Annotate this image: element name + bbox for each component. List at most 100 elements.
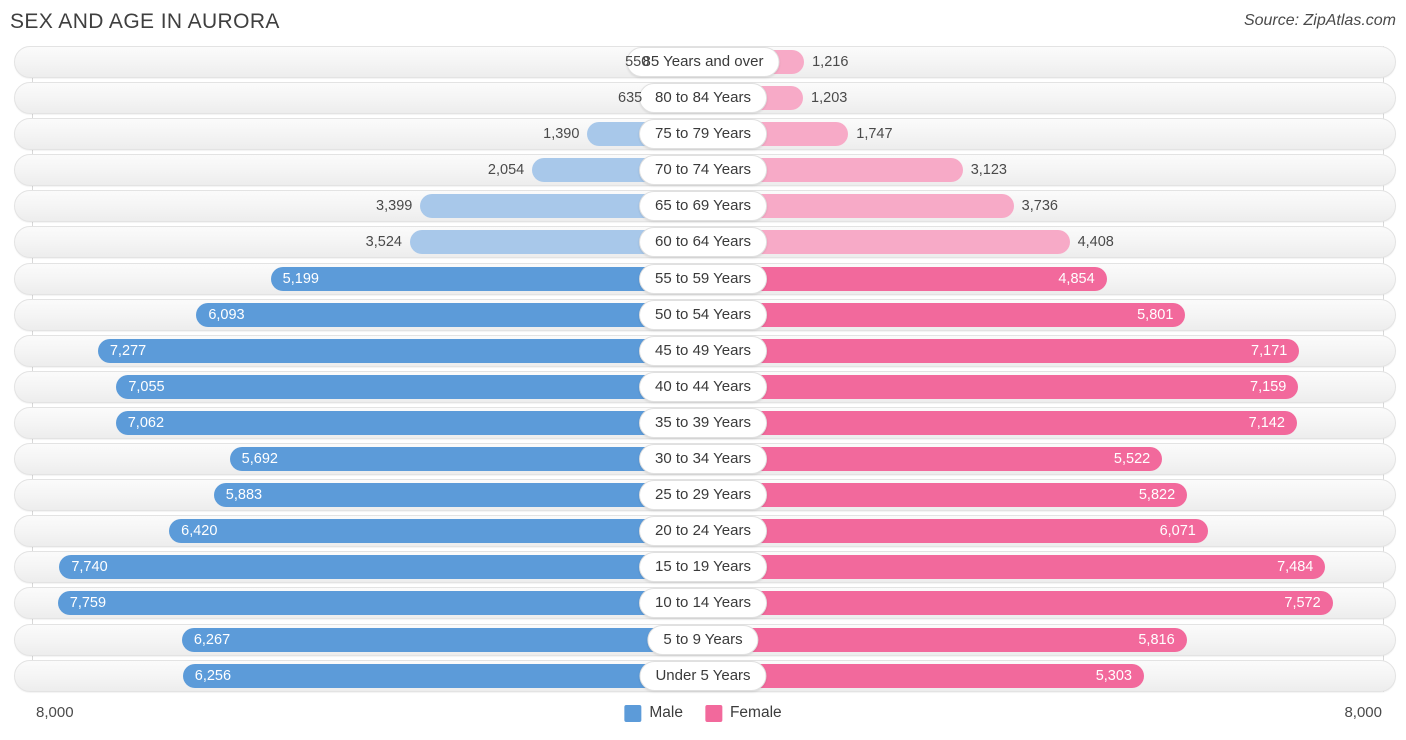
- value-label-female: 7,142: [1248, 414, 1285, 431]
- value-label-female: 4,854: [1058, 270, 1095, 287]
- bar-female[interactable]: [703, 627, 1187, 652]
- chart-row: 3,399 3,736 65 to 69 Years: [10, 190, 1396, 223]
- axis-max-right: 8,000: [1344, 704, 1382, 721]
- age-group-label: 75 to 79 Years: [639, 119, 767, 150]
- chart-row: 635 1,203 80 to 84 Years: [10, 82, 1396, 115]
- bar-female[interactable]: [703, 663, 1144, 688]
- bar-female[interactable]: [703, 519, 1208, 544]
- legend-label-female: Female: [729, 704, 782, 721]
- bar-female[interactable]: [703, 302, 1186, 327]
- chart-row: 7,062 7,142 35 to 39 Years: [10, 406, 1396, 439]
- value-label-female: 4,408: [1077, 234, 1114, 251]
- age-group-label: 80 to 84 Years: [639, 83, 767, 114]
- legend-item-male[interactable]: Male: [624, 704, 683, 722]
- value-label-male: 2,054: [487, 162, 525, 179]
- chart-row: 3,524 4,408 60 to 64 Years: [10, 226, 1396, 259]
- bar-female[interactable]: [703, 483, 1188, 508]
- value-label-female: 1,203: [811, 90, 848, 107]
- chart-header: SEX AND AGE IN AURORA Source: ZipAtlas.c…: [0, 0, 1406, 46]
- value-label-female: 7,171: [1251, 342, 1288, 359]
- bar-female[interactable]: [703, 447, 1163, 472]
- value-label-male: 6,093: [208, 306, 245, 323]
- age-group-label: 35 to 39 Years: [639, 407, 767, 438]
- age-group-label: 40 to 44 Years: [639, 371, 767, 402]
- age-group-label: 70 to 74 Years: [639, 155, 767, 186]
- source-attribution: Source: ZipAtlas.com: [1243, 12, 1396, 29]
- age-group-label: 85 Years and over: [626, 47, 780, 77]
- value-label-male: 1,390: [543, 126, 580, 143]
- bar-male[interactable]: [181, 627, 703, 652]
- value-label-female: 5,801: [1137, 306, 1174, 323]
- chart-footer: 8,000 Male Female 8,000: [10, 696, 1396, 736]
- age-group-label: 5 to 9 Years: [647, 624, 759, 655]
- value-label-male: 7,062: [127, 414, 165, 431]
- legend-label-male: Male: [649, 704, 683, 721]
- chart-plot-area: 550 1,216 85 Years and over 635 1,203 80 to 8…: [10, 46, 1396, 696]
- bar-male[interactable]: [115, 410, 703, 435]
- value-label-female: 1,216: [812, 54, 849, 70]
- chart-row: 2,054 3,123 70 to 74 Years: [10, 154, 1396, 187]
- bar-male[interactable]: [169, 519, 703, 544]
- bar-male[interactable]: [182, 663, 703, 688]
- value-label-female: 6,071: [1159, 523, 1196, 540]
- axis-max-left: 8,000: [36, 704, 74, 721]
- value-label-male: 6,420: [181, 523, 218, 540]
- bar-male[interactable]: [196, 302, 703, 327]
- bar-male[interactable]: [116, 374, 703, 399]
- bar-male[interactable]: [97, 338, 703, 363]
- page-title: SEX AND AGE IN AURORA: [10, 10, 280, 33]
- value-label-female: 1,747: [856, 126, 893, 143]
- bar-female[interactable]: [703, 338, 1300, 363]
- value-label-female: 3,123: [970, 162, 1007, 179]
- bar-male[interactable]: [213, 483, 703, 508]
- value-label-male: 5,883: [225, 487, 263, 504]
- age-group-label: 45 to 49 Years: [639, 335, 767, 366]
- age-group-label: 60 to 64 Years: [639, 227, 767, 258]
- chart-row: 7,055 7,159 40 to 44 Years: [10, 370, 1396, 403]
- age-group-label: 50 to 54 Years: [639, 299, 767, 330]
- chart-rows: 550 1,216 85 Years and over 635 1,203 80 to 8…: [10, 46, 1396, 696]
- value-label-male: 5,199: [282, 270, 319, 287]
- chart-row: 1,390 1,747 75 to 79 Years: [10, 118, 1396, 151]
- chart-row: 6,420 6,071 20 to 24 Years: [10, 515, 1396, 548]
- bar-female[interactable]: [703, 410, 1297, 435]
- age-group-label: 65 to 69 Years: [639, 191, 767, 222]
- age-group-label: Under 5 Years: [639, 660, 767, 691]
- value-label-male: 6,267: [193, 631, 231, 648]
- age-group-label: 55 to 59 Years: [639, 263, 767, 294]
- value-label-female: 5,816: [1138, 631, 1175, 648]
- chart-row: 5,199 4,854 55 to 59 Years: [10, 262, 1396, 295]
- value-label-male: 3,524: [365, 234, 402, 251]
- legend-item-female[interactable]: Female: [704, 704, 782, 722]
- legend-swatch-male-icon: [624, 704, 642, 722]
- bar-male[interactable]: [229, 447, 703, 472]
- bar-female[interactable]: [703, 555, 1326, 580]
- value-label-female: 5,303: [1095, 667, 1132, 684]
- bar-female[interactable]: [703, 591, 1333, 616]
- value-label-female: 5,822: [1138, 487, 1176, 504]
- legend-swatch-female-icon: [704, 704, 722, 722]
- value-label-male: 7,759: [69, 595, 107, 612]
- value-label-male: 6,256: [194, 667, 232, 684]
- chart-row: 6,256 5,303 Under 5 Years: [10, 659, 1396, 692]
- chart-row: 7,277 7,171 45 to 49 Years: [10, 334, 1396, 367]
- value-label-male: 5,692: [241, 451, 278, 468]
- bar-male[interactable]: [59, 555, 703, 580]
- value-label-male: 7,740: [71, 559, 108, 576]
- value-label-female: 7,572: [1284, 595, 1321, 612]
- chart-row: 6,093 5,801 50 to 54 Years: [10, 298, 1396, 331]
- chart-row: 7,740 7,484 15 to 19 Years: [10, 551, 1396, 584]
- value-label-male: 3,399: [376, 198, 413, 215]
- value-label-female: 5,522: [1113, 451, 1151, 468]
- value-label-male: 635: [618, 90, 643, 107]
- chart-row: 5,692 5,522 30 to 34 Years: [10, 443, 1396, 476]
- age-group-label: 25 to 29 Years: [639, 480, 767, 511]
- value-label-male: 550: [625, 54, 650, 70]
- chart-row: 550 1,216 85 Years and over: [10, 46, 1396, 78]
- chart-row: 5,883 5,822 25 to 29 Years: [10, 479, 1396, 512]
- chart-legend: Male Female: [624, 704, 782, 722]
- bar-male[interactable]: [57, 591, 703, 616]
- age-group-label: 15 to 19 Years: [639, 552, 767, 583]
- bar-female[interactable]: [703, 374, 1299, 399]
- value-label-male: 7,277: [109, 342, 147, 359]
